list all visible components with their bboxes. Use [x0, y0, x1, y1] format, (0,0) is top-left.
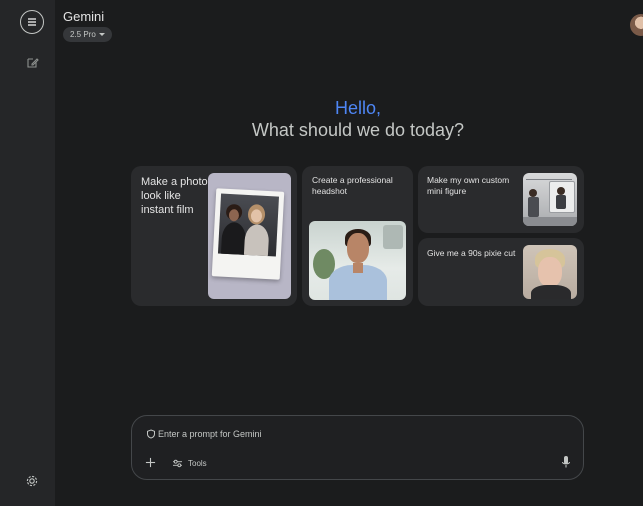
microphone-icon[interactable] [560, 455, 572, 469]
tools-icon [173, 459, 182, 467]
new-chat-edit-icon[interactable] [26, 56, 39, 69]
greeting-subtitle: What should we do today? [251, 120, 465, 140]
headshot-photo [309, 221, 406, 300]
avatar[interactable] [630, 14, 643, 36]
sidebar [0, 0, 55, 506]
card-label: Create a professional headshot [312, 175, 393, 196]
prompt-input[interactable] [158, 426, 538, 442]
pixie-cut-photo [523, 245, 577, 299]
suggestion-card-headshot[interactable]: Create a professional headshot [302, 166, 413, 306]
model-selector[interactable]: 2.5 Pro [63, 27, 112, 42]
caret-down-icon [98, 33, 105, 36]
tools-label: Tools [188, 458, 207, 468]
mini-figure-photo [523, 173, 577, 226]
add-button[interactable] [142, 454, 158, 470]
model-label: 2.5 Pro [70, 30, 96, 39]
card-label: Make a photo look like instant film [141, 176, 208, 216]
app-title: Gemini [63, 9, 105, 24]
hamburger-icon [28, 18, 36, 26]
card-label: Give me a 90s pixie cut [427, 248, 516, 258]
suggestion-card-mini-figure[interactable]: Make my own custom mini figure [418, 166, 584, 233]
instant-film-photo [208, 173, 291, 299]
tools-button[interactable]: Tools [172, 456, 207, 470]
greeting-hello: Hello, [334, 98, 382, 118]
suggestion-card-pixie-cut[interactable]: Give me a 90s pixie cut [418, 238, 584, 306]
card-label: Make my own custom mini figure [427, 175, 510, 196]
main-menu-button[interactable] [20, 10, 44, 34]
prompt-box: Tools [131, 415, 584, 480]
plus-icon [145, 457, 155, 467]
shield-icon [147, 429, 155, 439]
suggestion-card-instant-film[interactable]: Make a photo look like instant film [131, 166, 297, 306]
gear-icon[interactable] [25, 474, 39, 488]
